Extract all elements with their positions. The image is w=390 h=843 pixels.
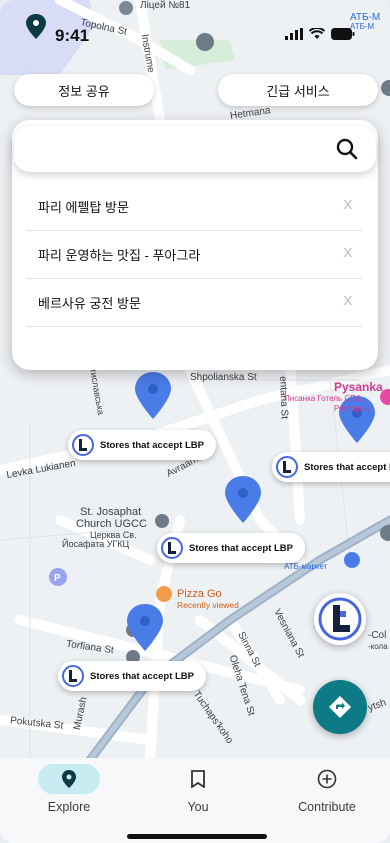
remove-suggestion-button[interactable]: X [343,293,352,308]
search-input[interactable] [30,136,324,164]
store-chip-label: Stores that accept LBP [189,542,293,554]
nav-contribute[interactable]: Contribute [272,764,382,814]
map-label: -Col [368,630,387,641]
share-info-button[interactable]: 정보 공유 [14,74,154,106]
store-chip-label: Stores that accept LBP [304,461,390,473]
lbp-logo-icon [276,456,298,478]
lbp-logo-icon [72,434,94,456]
map-label: Shpolianska St [190,372,257,383]
store-chip[interactable]: Stores that accept LBP [68,430,216,460]
map-label: АТБ-маркет [284,562,328,571]
lbp-logo-icon [62,665,84,687]
plus-circle-icon [317,769,337,789]
directions-icon [329,696,351,718]
search-bar[interactable] [14,126,376,172]
nav-you-indicator [167,764,229,794]
map-label: Pysanka [334,380,383,394]
map-label: St. Josaphat [80,506,142,518]
nav-you[interactable]: You [143,764,253,814]
lbp-logo-icon [318,597,362,641]
nav-contribute-indicator [296,764,358,794]
search-panel: 파리 에펠탑 방문 X 파리 운영하는 맛집 - 푸아그라 X 베르사유 궁전 … [12,120,378,370]
bookmark-icon [191,770,205,788]
store-chip[interactable]: Stores that accept LBP [58,661,206,691]
store-chip-label: Stores that accept LBP [100,439,204,451]
nav-you-label: You [187,800,209,814]
nav-explore-label: Explore [47,800,91,814]
nav-contribute-label: Contribute [298,800,356,814]
directions-button[interactable] [313,680,367,734]
map-label: Йосафата УГКЦ [62,539,130,549]
home-indicator [127,834,267,839]
status-icons [285,28,355,40]
map-label: Church UGCC [76,518,147,530]
svg-text:P: P [54,573,61,584]
suggestion-label: 베르사유 궁전 방문 [38,295,141,311]
nav-explore[interactable]: Explore [14,764,124,814]
phone-screen: P Ліцей №81 Topolna St Instrume АТБ-М АТ… [0,0,390,843]
status-bar: 9:41 [0,18,390,54]
battery-icon [331,28,355,40]
signal-icon [285,28,303,40]
map-label: Recently viewed [177,600,239,610]
search-suggestion[interactable]: 파리 에펠탑 방문 X [26,182,362,231]
map-label: -кола [368,642,388,651]
suggestion-label: 파리 운영하는 맛집 - 푸아그라 [38,247,201,263]
map-label: Pizza Go [177,588,222,600]
search-icon[interactable] [336,138,358,160]
remove-suggestion-button[interactable]: X [343,197,352,212]
location-pin-icon [62,770,76,788]
emergency-service-button[interactable]: 긴급 서비스 [218,74,378,106]
search-suggestion[interactable]: 파리 운영하는 맛집 - 푸아그라 X [26,230,362,279]
remove-suggestion-button[interactable]: X [343,245,352,260]
map-label: Ліцей №81 [140,0,191,11]
map-label: Ресторан [334,404,369,413]
map-label: Писанка Готель СПА, [284,394,364,403]
lbp-logo-icon [161,537,183,559]
suggestion-label: 파리 에펠탑 방문 [38,199,129,215]
store-chip[interactable]: Stores that accept LBP [272,452,390,482]
store-chip-label: Stores that accept LBP [90,670,194,682]
store-chip[interactable]: Stores that accept LBP [157,533,305,563]
lbp-logo-button[interactable] [314,593,366,645]
search-suggestion[interactable]: 베르사유 궁전 방문 X [26,278,362,327]
bottom-navigation: Explore You Contribute [0,758,390,843]
wifi-icon [309,28,325,39]
status-time: 9:41 [55,26,90,45]
nav-explore-indicator [38,764,100,794]
